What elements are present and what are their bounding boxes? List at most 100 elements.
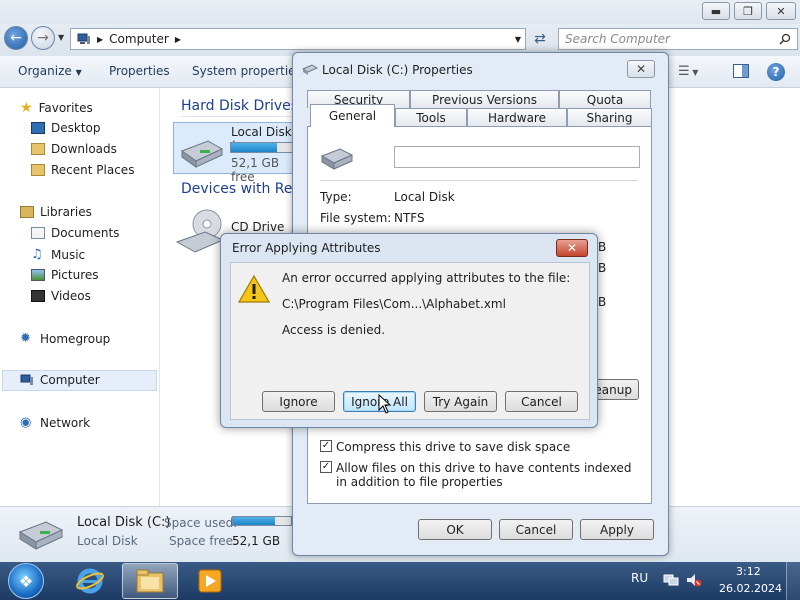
apply-button[interactable]: Apply	[580, 519, 654, 540]
clock-date[interactable]: 26.02.2024	[719, 582, 782, 595]
sidebar-item-videos[interactable]: Videos	[31, 289, 91, 303]
cancel-button[interactable]: Cancel	[499, 519, 573, 540]
close-icon: ✕	[566, 241, 578, 255]
computer-icon	[77, 33, 90, 44]
error-close-button[interactable]: ✕	[556, 239, 588, 257]
documents-icon	[31, 227, 45, 239]
recent-places-icon	[31, 164, 45, 176]
details-space-free-label: Space free:	[169, 534, 238, 548]
folder-icon	[136, 569, 164, 593]
index-option[interactable]: ✓ Allow files on this drive to have cont…	[320, 461, 640, 489]
back-button[interactable]: ←	[4, 26, 28, 50]
taskbar-media-player[interactable]	[182, 563, 238, 599]
sidebar-item-documents[interactable]: Documents	[31, 226, 119, 240]
error-cancel-button[interactable]: Cancel	[505, 391, 578, 412]
libraries-icon	[20, 206, 34, 218]
sidebar-item-label: Videos	[51, 289, 91, 303]
capacity-unit-fragment: B	[598, 295, 607, 309]
group-divider	[181, 116, 292, 117]
tab-previous-versions[interactable]: Previous Versions	[410, 90, 559, 108]
computer-icon	[20, 374, 33, 385]
network-status-icon[interactable]	[663, 573, 679, 587]
checkbox-checked-icon: ✓	[320, 461, 332, 473]
refresh-button[interactable]: ⇄	[528, 28, 552, 50]
properties-button[interactable]: Properties	[109, 64, 170, 78]
tab-sharing[interactable]: Sharing	[567, 108, 652, 126]
sidebar-item-downloads[interactable]: Downloads	[31, 142, 117, 156]
start-button[interactable]: ❖	[8, 563, 44, 599]
sidebar-item-favorites[interactable]: ★ Favorites	[20, 100, 93, 116]
preview-pane-button[interactable]	[733, 64, 749, 78]
properties-close-button[interactable]: ✕	[627, 60, 655, 78]
compress-label: Compress this drive to save disk space	[336, 440, 571, 454]
homegroup-icon: ✹	[20, 331, 31, 346]
type-label: Type:	[320, 190, 352, 204]
sidebar-item-label: Music	[51, 247, 86, 262]
close-icon: ✕	[635, 62, 647, 76]
organize-label: Organize	[18, 64, 72, 78]
error-dialog-title: Error Applying Attributes	[232, 241, 381, 255]
recent-pages-dropdown[interactable]: ▼	[58, 33, 64, 42]
drive-tile-local-disk[interactable]: Local Disk ( 52,1 GB free	[173, 122, 298, 184]
maximize-button[interactable]: ❐	[734, 2, 762, 20]
ignore-button[interactable]: Ignore	[262, 391, 335, 412]
help-button[interactable]: ?	[767, 63, 785, 81]
drive-usage-bar	[230, 142, 296, 153]
volume-muted-icon[interactable]	[686, 573, 702, 587]
organize-menu[interactable]: Organize ▼	[18, 64, 82, 78]
sidebar-item-recent-places[interactable]: Recent Places	[31, 163, 134, 177]
file-system-label: File system:	[320, 211, 392, 225]
sidebar-item-pictures[interactable]: Pictures	[31, 268, 99, 282]
sidebar-item-desktop[interactable]: Desktop	[31, 121, 101, 135]
compress-option[interactable]: ✓ Compress this drive to save disk space	[320, 440, 570, 454]
properties-dialog-title: Local Disk (C:) Properties	[322, 63, 473, 77]
taskbar-windows-explorer[interactable]	[122, 563, 178, 599]
sidebar-item-label: Pictures	[51, 268, 99, 282]
sidebar-item-computer[interactable]: Computer	[20, 373, 100, 387]
breadcrumb-arrow-icon[interactable]: ▶	[175, 35, 181, 44]
language-indicator[interactable]: RU	[631, 571, 648, 585]
forward-button[interactable]: →	[31, 26, 55, 50]
search-input[interactable]: Search Computer	[558, 28, 798, 50]
sidebar-item-network[interactable]: ◉ Network	[20, 415, 90, 430]
back-arrow-icon: ←	[10, 30, 22, 46]
network-icon: ◉	[20, 415, 32, 430]
search-placeholder: Search Computer	[565, 32, 670, 46]
sidebar-item-music[interactable]: ♫ Music	[31, 247, 85, 262]
minimize-button[interactable]: ▬	[702, 2, 730, 20]
music-icon: ♫	[31, 247, 43, 262]
close-window-button[interactable]: ✕	[766, 2, 796, 20]
forward-arrow-icon: →	[37, 30, 49, 46]
checkbox-checked-icon: ✓	[320, 440, 332, 452]
address-bar[interactable]: ▶ Computer ▶ ▼	[70, 28, 526, 50]
tab-general[interactable]: General	[310, 104, 395, 127]
address-dropdown-icon[interactable]: ▼	[515, 35, 521, 44]
view-options-button[interactable]: ☰ ▼	[678, 64, 698, 79]
search-icon	[779, 33, 791, 45]
windows-logo-icon: ❖	[18, 571, 34, 591]
chevron-down-icon: ▼	[75, 68, 82, 77]
tab-tools[interactable]: Tools	[395, 108, 467, 126]
drive-usage-bar-fill	[231, 143, 278, 152]
tab-hardware[interactable]: Hardware	[467, 108, 567, 126]
sidebar-item-libraries[interactable]: Libraries	[20, 205, 92, 219]
clock-time[interactable]: 3:12	[736, 565, 761, 578]
show-desktop-button[interactable]	[786, 562, 800, 600]
desktop-icon	[31, 122, 45, 134]
sidebar-item-label: Computer	[40, 373, 100, 387]
breadcrumb-computer[interactable]: Computer	[109, 32, 169, 46]
system-properties-button[interactable]: System properties	[192, 64, 302, 78]
ok-button[interactable]: OK	[418, 519, 492, 540]
taskbar-internet-explorer[interactable]	[62, 563, 118, 599]
sidebar-item-label: Network	[40, 415, 91, 430]
volume-label-input[interactable]	[394, 146, 640, 168]
mouse-pointer-icon	[378, 394, 392, 414]
hard-disk-icon	[302, 64, 318, 75]
tab-quota[interactable]: Quota	[559, 90, 651, 108]
try-again-button[interactable]: Try Again	[424, 391, 497, 412]
title-bar	[0, 0, 800, 24]
videos-icon	[31, 290, 45, 302]
sidebar-item-homegroup[interactable]: ✹ Homegroup	[20, 331, 110, 346]
refresh-icon: ⇄	[534, 31, 546, 47]
sidebar-item-label: Desktop	[51, 121, 101, 135]
